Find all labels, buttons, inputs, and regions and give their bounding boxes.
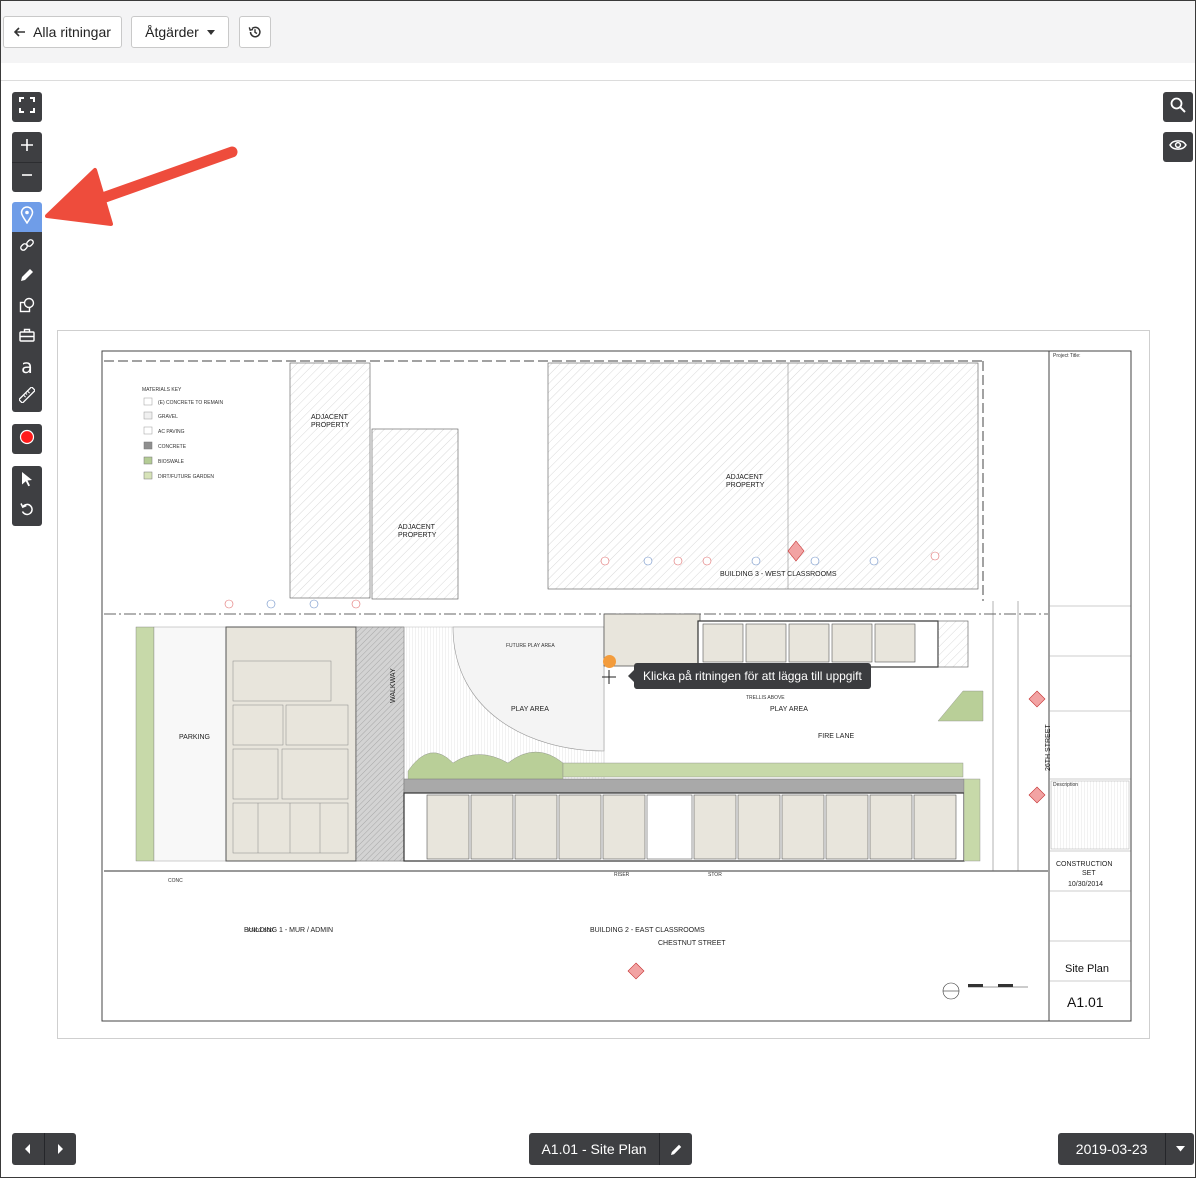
riser-label: RISER	[614, 872, 630, 878]
description-label: Description	[1053, 782, 1078, 788]
issue-label-2: SET	[1082, 870, 1096, 877]
material-item: CONCRETE	[158, 444, 187, 450]
adjacent-property-label: PROPERTY	[398, 532, 437, 539]
back-button-label: Alla ritningar	[33, 24, 111, 40]
play-area-label: PLAY AREA	[511, 706, 549, 713]
material-item: DIRT/FUTURE GARDEN	[158, 474, 214, 480]
adjacent-property-label: PROPERTY	[726, 482, 765, 489]
conc-label: CONC	[168, 878, 183, 884]
revision-date-dropdown[interactable]: 2019-03-23	[1058, 1133, 1194, 1165]
materials-key-title: MATERIALS KEY	[142, 387, 182, 393]
cursor-icon	[20, 471, 34, 492]
project-title-label: Project Title:	[1053, 353, 1081, 359]
zoom-out-button[interactable]	[12, 162, 42, 192]
minus-icon	[20, 168, 34, 187]
search-button[interactable]	[1163, 92, 1193, 122]
adjacent-property-label: PROPERTY	[311, 422, 350, 429]
actions-label: Åtgärder	[145, 24, 199, 40]
crosshair-icon	[601, 669, 617, 690]
back-to-drawings-button[interactable]: Alla ritningar	[3, 16, 122, 48]
link-icon	[19, 237, 35, 258]
text-tool[interactable]: a	[12, 352, 42, 382]
walkway-label: WALKWAY	[390, 668, 397, 703]
parking-label: PARKING	[179, 734, 210, 741]
toolbox-icon	[19, 328, 35, 347]
revision-date-label: 2019-03-23	[1075, 1141, 1148, 1157]
play-area-label: PLAY AREA	[770, 706, 808, 713]
caret-down-icon	[1166, 1146, 1194, 1152]
edit-sheet-button[interactable]	[660, 1143, 692, 1156]
future-play-area-label: FUTURE PLAY AREA	[506, 643, 555, 649]
add-task-pin-tool[interactable]	[12, 202, 42, 232]
task-pin-cursor	[603, 655, 616, 668]
adjacent-property-label: ADJACENT	[726, 474, 764, 481]
stor-label: STOR	[708, 872, 722, 878]
eye-icon	[1169, 138, 1187, 157]
shapes-icon	[19, 297, 35, 318]
previous-sheet-button[interactable]	[13, 1144, 44, 1154]
adjacent-property-label: ADJACENT	[398, 524, 436, 531]
actions-dropdown[interactable]: Åtgärder	[131, 16, 229, 48]
material-item: BIOSWALE	[158, 459, 185, 465]
fullscreen-icon	[18, 96, 36, 119]
chestnut-street-label: CHESTNUT STREET	[658, 940, 726, 947]
visibility-button[interactable]	[1163, 132, 1193, 162]
shapes-tool[interactable]	[12, 292, 42, 322]
link-tool[interactable]	[12, 232, 42, 262]
plus-icon	[20, 138, 34, 157]
pencil-icon	[670, 1144, 681, 1155]
sheet-title: Site Plan	[1065, 963, 1109, 975]
record-button[interactable]	[12, 424, 42, 454]
ruler-icon	[17, 385, 37, 408]
undo-button[interactable]	[12, 496, 42, 526]
fire-lane-label: FIRE LANE	[818, 733, 855, 740]
text-icon: a	[21, 355, 33, 378]
add-task-tooltip: Klicka på ritningen för att lägga till u…	[628, 663, 871, 689]
select-tool[interactable]	[12, 466, 42, 496]
history-button[interactable]	[239, 16, 271, 48]
building-3-label: BUILDING 3 - WEST CLASSROOMS	[720, 571, 837, 578]
building-2-label: BUILDING 2 - EAST CLASSROOMS	[590, 927, 705, 934]
trellis-label: TRELLIS ABOVE	[746, 695, 785, 701]
material-item: (E) CONCRETE TO REMAIN	[158, 400, 223, 406]
adjacent-property-label: ADJACENT	[311, 414, 349, 421]
toolbar-divider	[1, 80, 1195, 81]
toolbox-tool[interactable]	[12, 322, 42, 352]
issue-label: CONSTRUCTION	[1056, 861, 1112, 868]
map-pin-icon	[20, 205, 34, 229]
fullscreen-button[interactable]	[12, 92, 42, 122]
sheet-number: A1.01	[1067, 994, 1104, 1010]
undo-icon	[19, 501, 35, 522]
history-icon	[248, 25, 262, 39]
sheet-pager	[12, 1133, 76, 1165]
sheet-name-label[interactable]: A1.01 - Site Plan	[529, 1141, 659, 1157]
record-icon	[19, 429, 35, 450]
arrow-left-icon	[14, 27, 26, 37]
material-item: GRAVEL	[158, 414, 178, 420]
issue-date: 10/30/2014	[1068, 881, 1103, 888]
search-icon	[1170, 97, 1186, 118]
next-sheet-button[interactable]	[45, 1144, 76, 1154]
sheet-name-control: A1.01 - Site Plan	[529, 1133, 692, 1165]
building-1-label: BUILDING 1 - MUR / ADMIN	[244, 927, 333, 934]
zoom-in-button[interactable]	[12, 132, 42, 162]
pencil-icon	[19, 267, 35, 288]
caret-down-icon	[206, 29, 215, 35]
26th-street-label: 26TH STREET	[1045, 724, 1052, 771]
measure-tool[interactable]	[12, 382, 42, 412]
material-item: AC PAVING	[158, 429, 185, 435]
pen-tool[interactable]	[12, 262, 42, 292]
